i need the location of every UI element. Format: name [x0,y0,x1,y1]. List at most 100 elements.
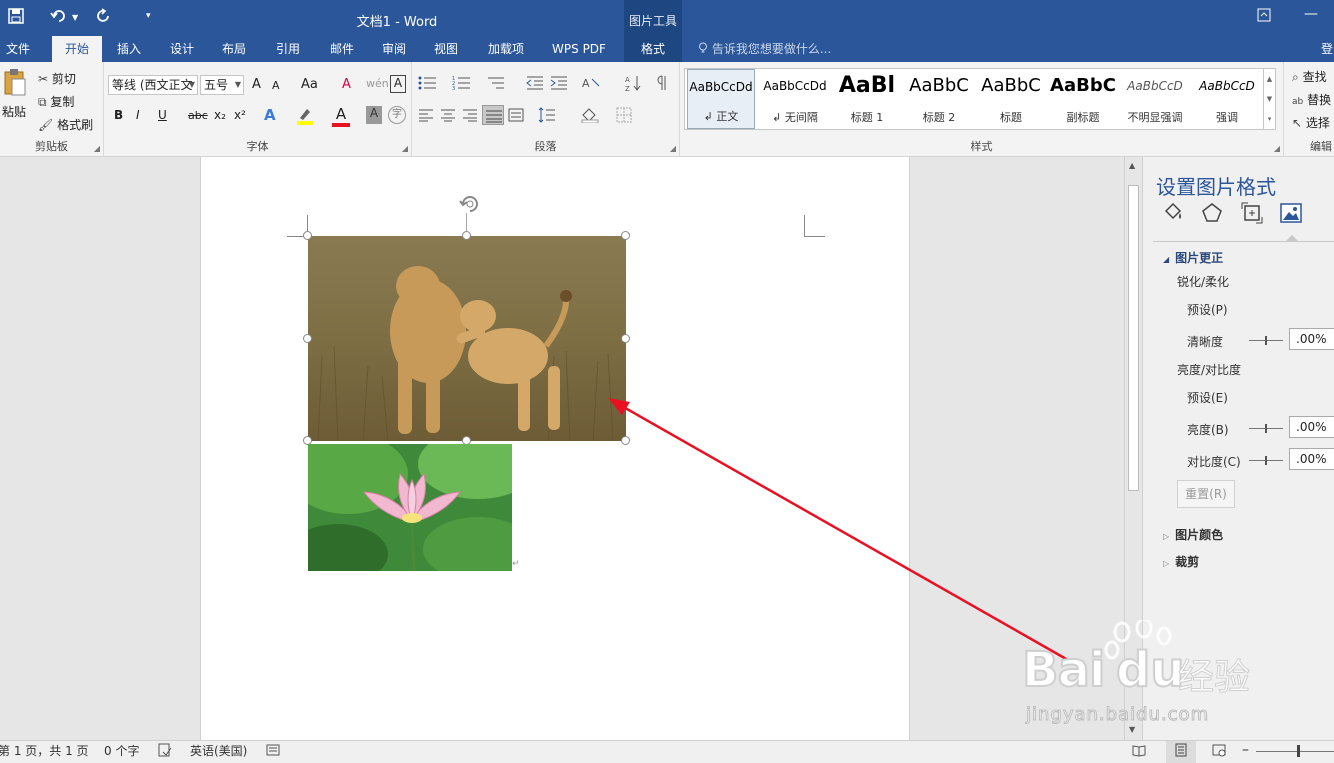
picture-correction-section[interactable]: ◢ 图片更正 [1163,249,1223,266]
undo-dropdown-icon[interactable]: ▼ [72,13,78,22]
clear-format-button[interactable]: A [342,77,351,92]
styles-scroll[interactable]: ▲ ▼ ▾ [1263,69,1275,129]
web-layout-icon[interactable] [1212,741,1226,761]
font-launcher-icon[interactable]: ◢ [402,144,408,153]
resize-handle[interactable] [621,436,630,445]
resize-handle[interactable] [303,334,312,343]
tell-me-search[interactable]: 告诉我您想要做什么... [698,36,831,62]
brightness-input[interactable]: .00% [1289,416,1334,438]
paste-button[interactable]: 粘贴 [2,68,30,124]
resize-handle[interactable] [462,231,471,240]
effects-icon[interactable] [1200,201,1226,227]
scroll-down-icon[interactable]: ▼ [1129,725,1135,734]
character-shading-button[interactable]: A [366,106,382,124]
layout-size-icon[interactable] [1240,201,1266,227]
style-no-spacing[interactable]: AaBbCcDd ↲ 无间隔 [759,69,831,129]
page-count[interactable]: 第 1 页，共 1 页 [0,741,89,761]
enclose-characters-button[interactable]: 字 [388,106,406,124]
zoom-out-button[interactable]: – [1242,740,1249,760]
change-case-button[interactable]: Aa [301,77,318,92]
grow-font-button[interactable]: A [252,77,261,92]
show-marks-icon[interactable] [656,75,670,94]
undo-icon[interactable] [50,8,68,28]
scroll-thumb[interactable] [1128,185,1139,491]
tab-insert[interactable]: 插入 [106,36,152,62]
text-effects-button[interactable]: A [264,106,276,124]
multilevel-list-icon[interactable] [486,75,506,94]
style-subtitle[interactable]: AaBbC 副标题 [1047,69,1119,129]
highlight-button[interactable] [296,106,314,126]
subscript-button[interactable]: x₂ [214,108,226,122]
align-right-icon[interactable] [462,108,478,125]
sort-icon[interactable]: AZ [624,74,642,95]
character-border-button[interactable]: A [390,75,406,93]
paragraph-launcher-icon[interactable]: ◢ [670,144,676,153]
reset-button[interactable]: 重置(R) [1177,480,1235,508]
resize-handle[interactable] [621,231,630,240]
document-page[interactable]: ↵ [200,157,910,740]
justify-button[interactable] [482,105,504,125]
lotus-picture[interactable] [308,444,512,571]
tab-wps-pdf[interactable]: WPS PDF [544,36,614,62]
align-left-icon[interactable] [418,108,434,125]
vertical-scrollbar[interactable]: ▲ ▼ [1124,157,1142,740]
format-painter-button[interactable]: 🖌 格式刷 [38,116,93,133]
bold-button[interactable]: B [114,108,123,122]
read-mode-icon[interactable] [1132,741,1146,761]
ribbon-display-icon[interactable] [1257,8,1271,26]
contrast-slider[interactable] [1249,456,1283,465]
style-heading-1[interactable]: AaBl 标题 1 [831,69,903,129]
style-normal[interactable]: AaBbCcDd ↲ 正文 [687,69,755,129]
italic-button[interactable]: I [136,108,140,122]
cut-button[interactable]: ✂ 剪切 [38,70,76,87]
tab-file[interactable]: 文件 [0,36,36,62]
bullets-icon[interactable] [418,75,438,94]
chevron-up-icon[interactable]: ▲ [1264,69,1275,89]
tab-addins[interactable]: 加载项 [478,36,534,62]
style-title[interactable]: AaBbC 标题 [975,69,1047,129]
minimize-button[interactable]: — [1304,6,1318,22]
numbering-icon[interactable]: 123 [452,75,472,94]
rotate-handle-icon[interactable] [457,191,483,220]
borders-icon[interactable] [616,107,632,126]
chinese-layout-icon[interactable]: A [582,75,602,94]
copy-button[interactable]: ⧉ 复制 [38,93,74,110]
print-layout-icon[interactable] [1166,741,1196,763]
tab-layout[interactable]: 布局 [212,36,256,62]
macro-icon[interactable] [266,741,280,761]
sharpness-slider[interactable] [1249,336,1283,345]
shading-icon[interactable] [580,107,600,126]
underline-button[interactable]: U [158,108,167,122]
zoom-slider-thumb[interactable] [1297,745,1300,757]
replace-button[interactable]: ab 替换 [1292,91,1331,108]
lion-picture[interactable] [308,236,626,441]
customize-qat-icon[interactable]: ▾ [146,11,151,21]
distributed-icon[interactable] [508,108,524,125]
sharpness-input[interactable]: .00% [1289,328,1334,350]
font-size-combo[interactable]: 五号 ▼ [200,75,244,95]
word-count[interactable]: 0 个字 [104,741,139,761]
shrink-font-button[interactable]: A [272,79,280,92]
crop-section[interactable]: ▷ 裁剪 [1163,553,1199,570]
picture-color-section[interactable]: ▷ 图片颜色 [1163,526,1223,543]
preset-brightness-button[interactable]: 预设(E) [1187,389,1228,406]
brightness-slider[interactable] [1249,424,1283,433]
phonetic-guide-button[interactable]: wén [366,77,389,90]
tab-design[interactable]: 设计 [160,36,204,62]
font-name-combo[interactable]: 等线 (西文正文 ▼ [108,75,198,95]
sign-in-link[interactable]: 登 [1320,36,1334,62]
resize-handle[interactable] [303,231,312,240]
chevron-down-icon[interactable]: ▼ [1264,89,1275,109]
superscript-button[interactable]: x² [234,108,246,122]
redo-icon[interactable] [96,8,112,28]
increase-indent-icon[interactable] [550,75,568,94]
select-button[interactable]: ↖ 选择 [1292,114,1330,131]
save-icon[interactable] [8,8,24,28]
strikethrough-button[interactable]: abc [188,109,208,122]
align-center-icon[interactable] [440,108,456,125]
clipboard-launcher-icon[interactable]: ◢ [94,144,100,153]
proofing-icon[interactable] [158,741,172,761]
tab-home[interactable]: 开始 [52,36,102,62]
zoom-slider[interactable] [1256,751,1334,752]
scroll-up-icon[interactable]: ▲ [1129,161,1135,170]
